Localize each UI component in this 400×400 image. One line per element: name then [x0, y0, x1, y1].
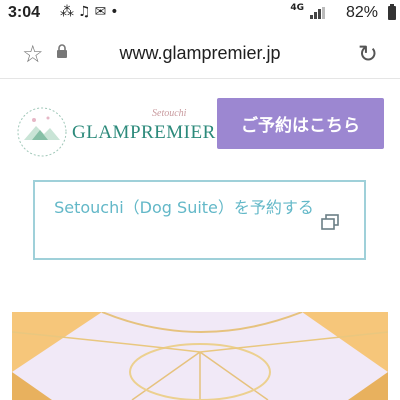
hero-image — [12, 312, 388, 400]
dog-suite-reserve-link[interactable]: Setouchi（Dog Suite）を予約する — [33, 180, 366, 260]
battery-percent: 82% — [345, 4, 378, 21]
reserve-button[interactable]: ご予約はこちら — [217, 98, 384, 149]
tent-emblem-icon — [17, 107, 67, 157]
dot-icon: • — [110, 4, 123, 20]
sync-icon: ⁂ — [60, 4, 78, 20]
site-logo[interactable]: Setouchi GLAMPREMIER — [14, 104, 215, 164]
mail-icon: ✉ — [94, 4, 111, 20]
dog-suite-label: Setouchi（Dog Suite）を予約する — [54, 198, 314, 217]
browser-url-bar: ☆ www.glampremier.jp ↻ — [0, 30, 400, 79]
music-icon: ♫ — [78, 4, 95, 20]
logo-brand-text: GLAMPREMIER — [72, 122, 216, 143]
status-bar: 3:04 ⁂♫✉• 4G 82% — [0, 0, 400, 28]
notification-icons: ⁂♫✉• — [60, 4, 123, 20]
external-link-icon — [321, 214, 339, 230]
status-time: 3:04 — [8, 4, 41, 21]
url-text[interactable]: www.glampremier.jp — [0, 43, 400, 64]
signal-icon — [310, 7, 325, 19]
reload-icon[interactable]: ↻ — [358, 40, 378, 68]
network-indicator: 4G — [290, 3, 304, 13]
logo-sub-text: Setouchi — [152, 108, 187, 119]
battery-icon — [388, 4, 396, 20]
tent-interior-image — [12, 312, 388, 400]
